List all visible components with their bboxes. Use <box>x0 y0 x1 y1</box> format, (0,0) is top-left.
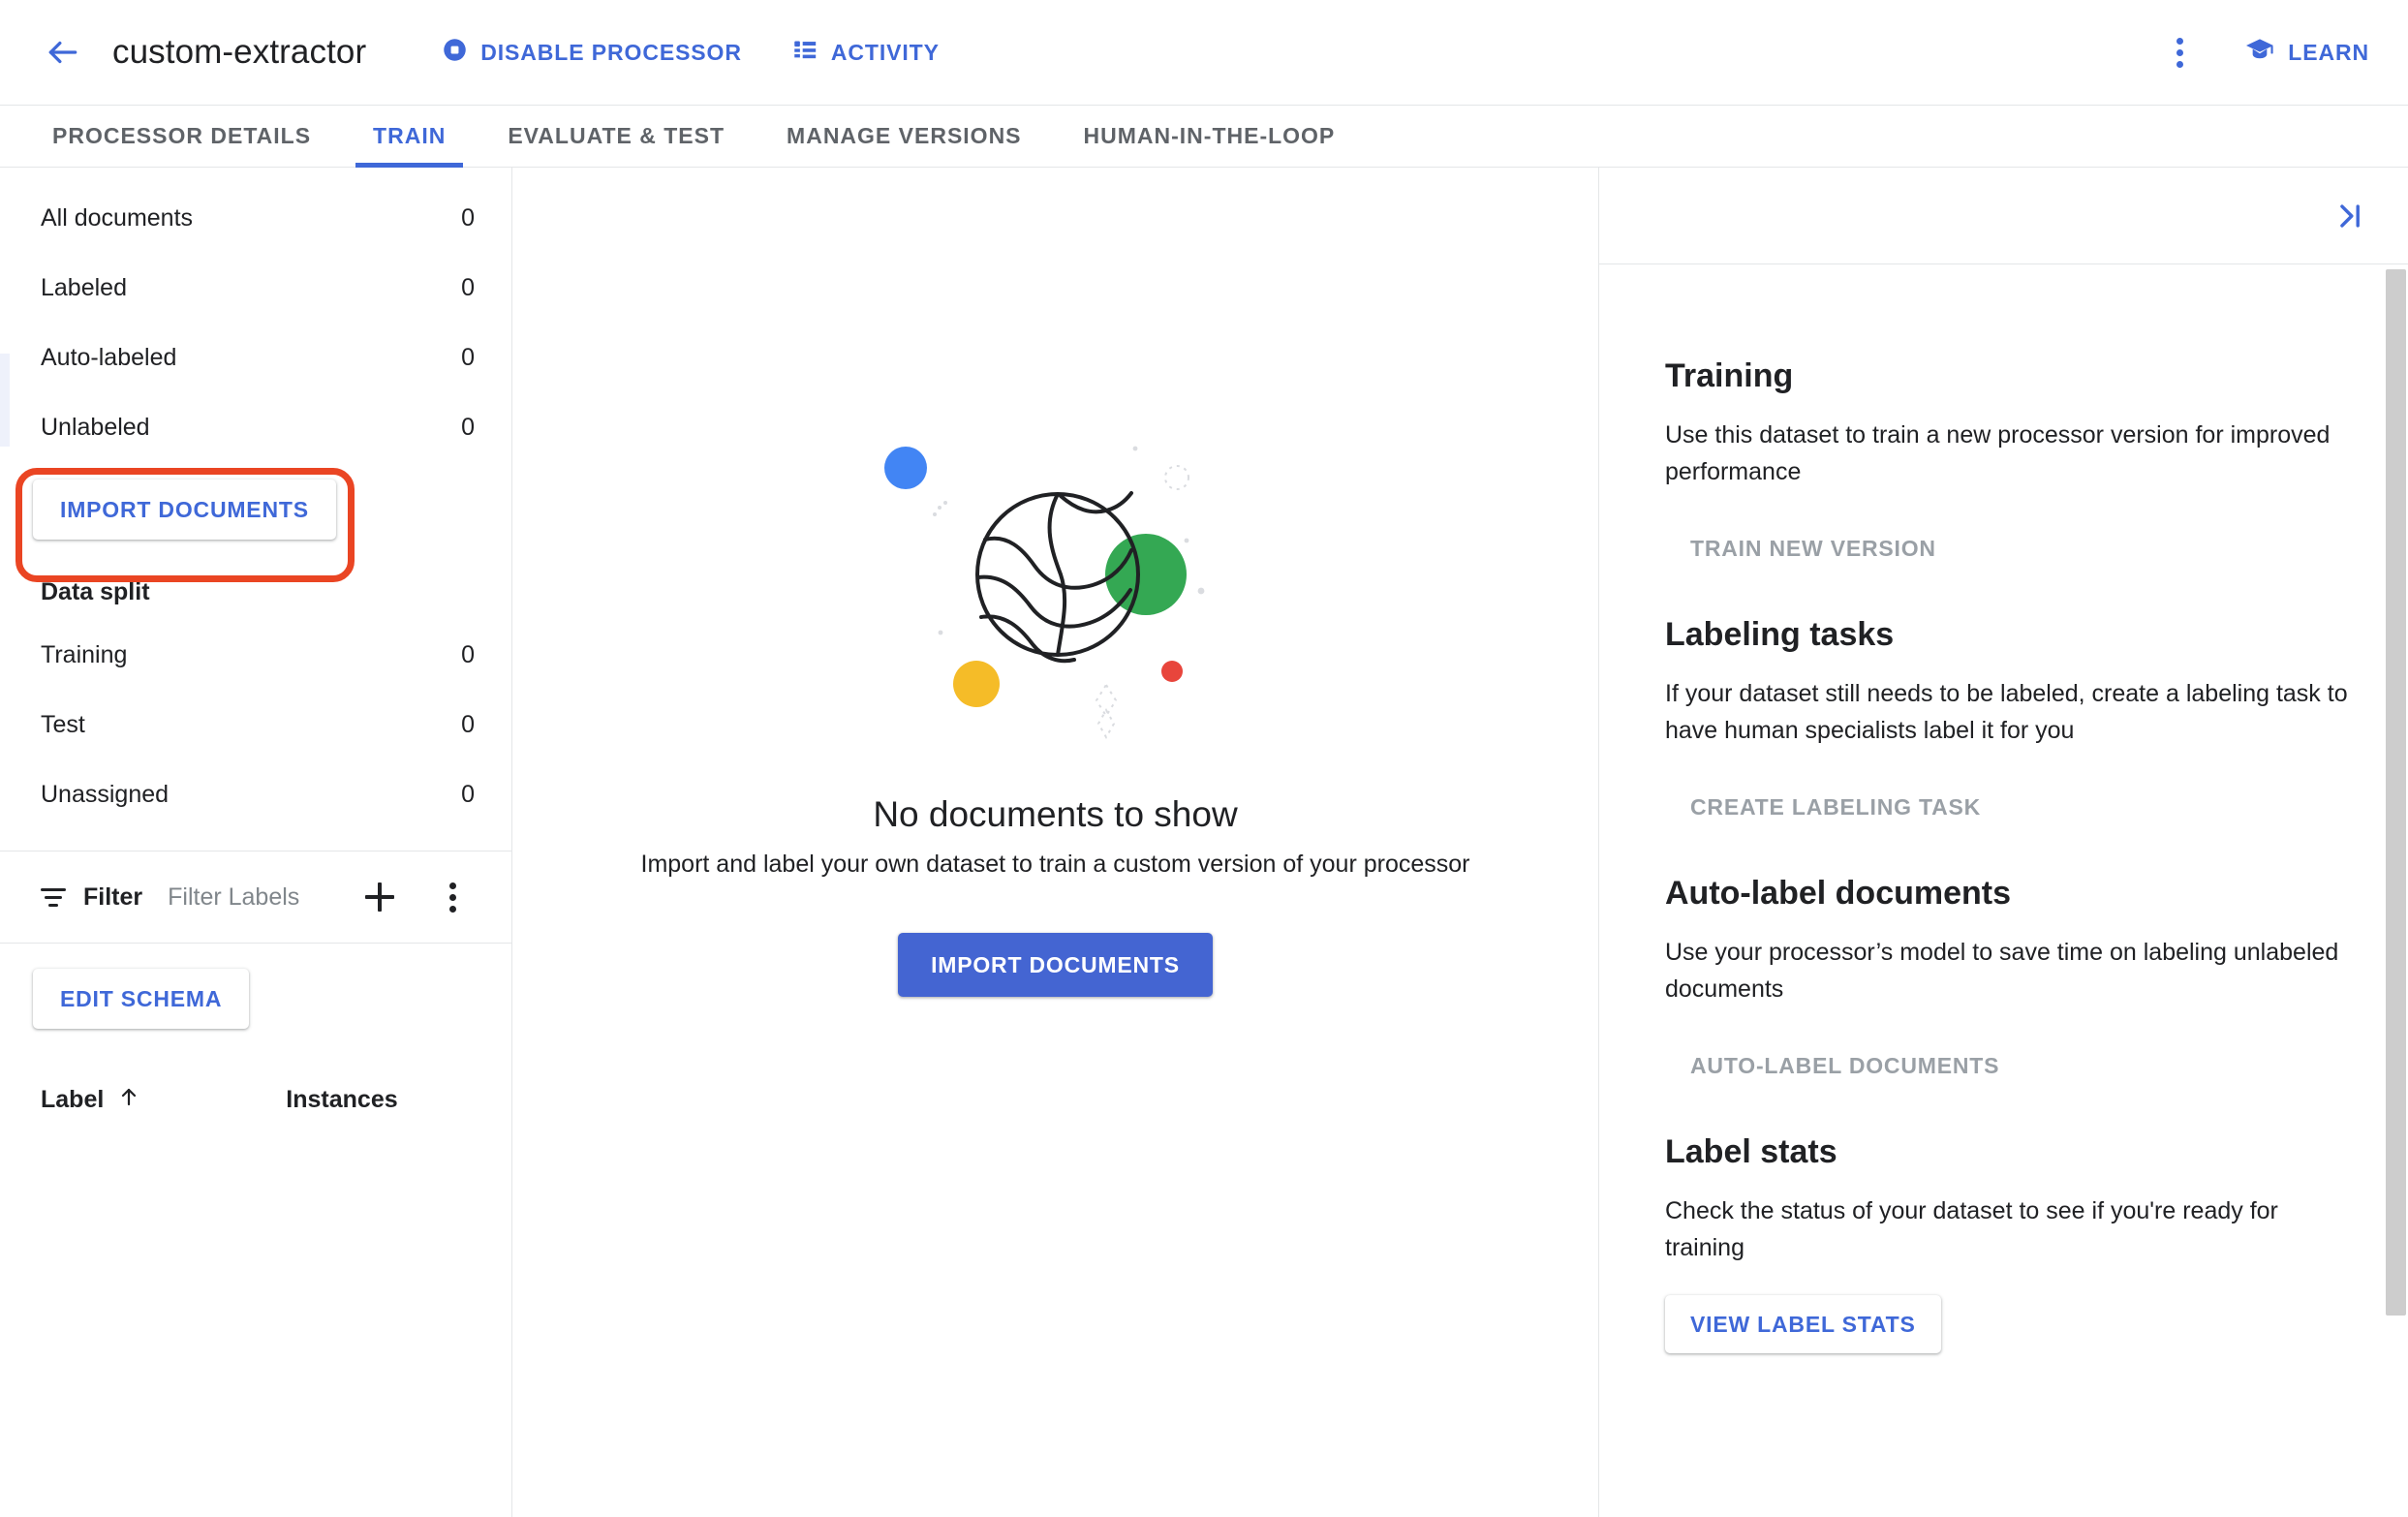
stop-circle-icon <box>442 37 468 69</box>
filter-bar: Filter <box>0 851 511 943</box>
filter-icon <box>41 887 66 907</box>
sidebar-item-label: Auto-labeled <box>41 343 177 371</box>
collapse-panel-right-icon[interactable] <box>2332 200 2365 232</box>
arrow-up-icon <box>117 1085 140 1115</box>
card-auto-label-documents: Auto-label documents Use your processor’… <box>1665 875 2408 1095</box>
tab-manage-versions[interactable]: MANAGE VERSIONS <box>756 106 1052 167</box>
globe-sphere-illustration <box>852 408 1259 761</box>
train-new-version-button[interactable]: TRAIN NEW VERSION <box>1665 519 1961 577</box>
page-title: custom-extractor <box>112 33 367 71</box>
data-split-list: Training 0 Test 0 Unassigned 0 <box>0 606 511 829</box>
view-label-stats-button[interactable]: VIEW LABEL STATS <box>1665 1295 1941 1353</box>
import-documents-button[interactable]: IMPORT DOCUMENTS <box>898 933 1213 997</box>
sidebar-import-documents-button[interactable]: IMPORT DOCUMENTS <box>33 480 336 540</box>
sidebar-item-label: Training <box>41 640 128 668</box>
sidebar-item-count: 0 <box>461 273 475 301</box>
card-title: Labeling tasks <box>1665 616 1895 653</box>
card-description: Use this dataset to train a new processo… <box>1665 421 2331 485</box>
edit-schema-wrapper: EDIT SCHEMA <box>0 944 511 1029</box>
vertical-scrollbar-track[interactable] <box>2383 265 2408 1517</box>
card-description: Use your processor’s model to save time … <box>1665 939 2339 1003</box>
graduation-cap-icon <box>2244 34 2275 71</box>
card-title: Training <box>1665 357 1794 394</box>
top-app-bar: custom-extractor DISABLE PROCESSOR ACTIV… <box>0 0 2408 106</box>
vertical-scrollbar-thumb[interactable] <box>2386 269 2406 1316</box>
right-panel-body: Training Use this dataset to train a new… <box>1599 264 2408 1353</box>
right-panel-header <box>1599 168 2408 264</box>
tab-human-in-the-loop[interactable]: HUMAN-IN-THE-LOOP <box>1053 106 1367 167</box>
data-split-heading: Data split <box>41 578 150 605</box>
main-content-area: No documents to show Import and label yo… <box>512 168 1598 1517</box>
tab-bar: PROCESSOR DETAILS TRAIN EVALUATE & TEST … <box>0 106 2408 168</box>
sidebar-item-auto-labeled[interactable]: Auto-labeled 0 <box>0 323 511 392</box>
sidebar-item-count: 0 <box>461 203 475 232</box>
empty-state-title: No documents to show <box>873 794 1238 834</box>
filter-label: Filter <box>83 882 143 911</box>
create-labeling-task-button[interactable]: CREATE LABELING TASK <box>1665 778 2006 836</box>
list-icon <box>792 37 818 69</box>
sidebar-item-count: 0 <box>461 343 475 371</box>
learn-button[interactable]: LEARN <box>2244 34 2369 71</box>
card-label-stats: Label stats Check the status of your dat… <box>1665 1133 2408 1353</box>
sidebar-item-count: 0 <box>461 780 475 808</box>
sidebar-import-wrapper: IMPORT DOCUMENTS <box>0 462 511 540</box>
card-labeling-tasks: Labeling tasks If your dataset still nee… <box>1665 616 2408 836</box>
sidebar-item-label: Test <box>41 710 85 738</box>
card-description: If your dataset still needs to be labele… <box>1665 680 2348 744</box>
filter-kebab-menu-icon[interactable] <box>426 871 479 923</box>
sidebar-item-count: 0 <box>461 710 475 738</box>
sidebar-item-count: 0 <box>461 413 475 441</box>
sidebar-item-label: All documents <box>41 203 194 232</box>
sidebar-item-all-documents[interactable]: All documents 0 <box>0 183 511 253</box>
kebab-menu-icon[interactable] <box>2153 26 2206 78</box>
label-column-header[interactable]: Label <box>41 1085 140 1115</box>
back-arrow-icon[interactable] <box>41 30 85 75</box>
card-title: Auto-label documents <box>1665 875 2012 912</box>
activity-label: ACTIVITY <box>830 39 940 65</box>
sidebar-item-label: Unlabeled <box>41 413 150 441</box>
sidebar-item-label: Labeled <box>41 273 127 301</box>
sidebar-item-unlabeled[interactable]: Unlabeled 0 <box>0 392 511 462</box>
right-side-panel: Training Use this dataset to train a new… <box>1598 168 2408 1517</box>
sidebar-item-labeled[interactable]: Labeled 0 <box>0 253 511 323</box>
sidebar-item-training[interactable]: Training 0 <box>0 620 511 690</box>
sidebar-item-label: Unassigned <box>41 780 170 808</box>
selection-indicator-strip <box>0 354 10 447</box>
activity-button[interactable]: ACTIVITY <box>792 37 940 69</box>
disable-processor-label: DISABLE PROCESSOR <box>480 39 742 65</box>
labels-table-header: Label Instances <box>0 1029 511 1115</box>
learn-label: LEARN <box>2288 39 2369 65</box>
empty-state-subtitle: Import and label your own dataset to tra… <box>640 851 1470 878</box>
filter-labels-input[interactable] <box>168 882 353 912</box>
sidebar-item-unassigned[interactable]: Unassigned 0 <box>0 759 511 829</box>
document-counts-list: All documents 0 Labeled 0 Auto-labeled 0… <box>0 168 511 462</box>
topbar-right-group: LEARN <box>2153 26 2369 78</box>
tab-evaluate-and-test[interactable]: EVALUATE & TEST <box>477 106 756 167</box>
instances-column-header: Instances <box>286 1086 398 1113</box>
tab-processor-details[interactable]: PROCESSOR DETAILS <box>21 106 342 167</box>
plus-icon[interactable] <box>356 874 403 920</box>
left-sidebar: All documents 0 Labeled 0 Auto-labeled 0… <box>0 168 512 1517</box>
edit-schema-button[interactable]: EDIT SCHEMA <box>33 969 250 1029</box>
tab-train[interactable]: TRAIN <box>342 106 477 168</box>
label-column-title: Label <box>41 1086 105 1113</box>
sidebar-item-test[interactable]: Test 0 <box>0 690 511 759</box>
card-training: Training Use this dataset to train a new… <box>1665 357 2408 577</box>
card-description: Check the status of your dataset to see … <box>1665 1197 2278 1261</box>
auto-label-documents-button[interactable]: AUTO-LABEL DOCUMENTS <box>1665 1037 2024 1095</box>
sidebar-item-count: 0 <box>461 640 475 668</box>
card-title: Label stats <box>1665 1133 1837 1170</box>
app-root: custom-extractor DISABLE PROCESSOR ACTIV… <box>0 0 2408 1517</box>
disable-processor-button[interactable]: DISABLE PROCESSOR <box>442 37 742 69</box>
